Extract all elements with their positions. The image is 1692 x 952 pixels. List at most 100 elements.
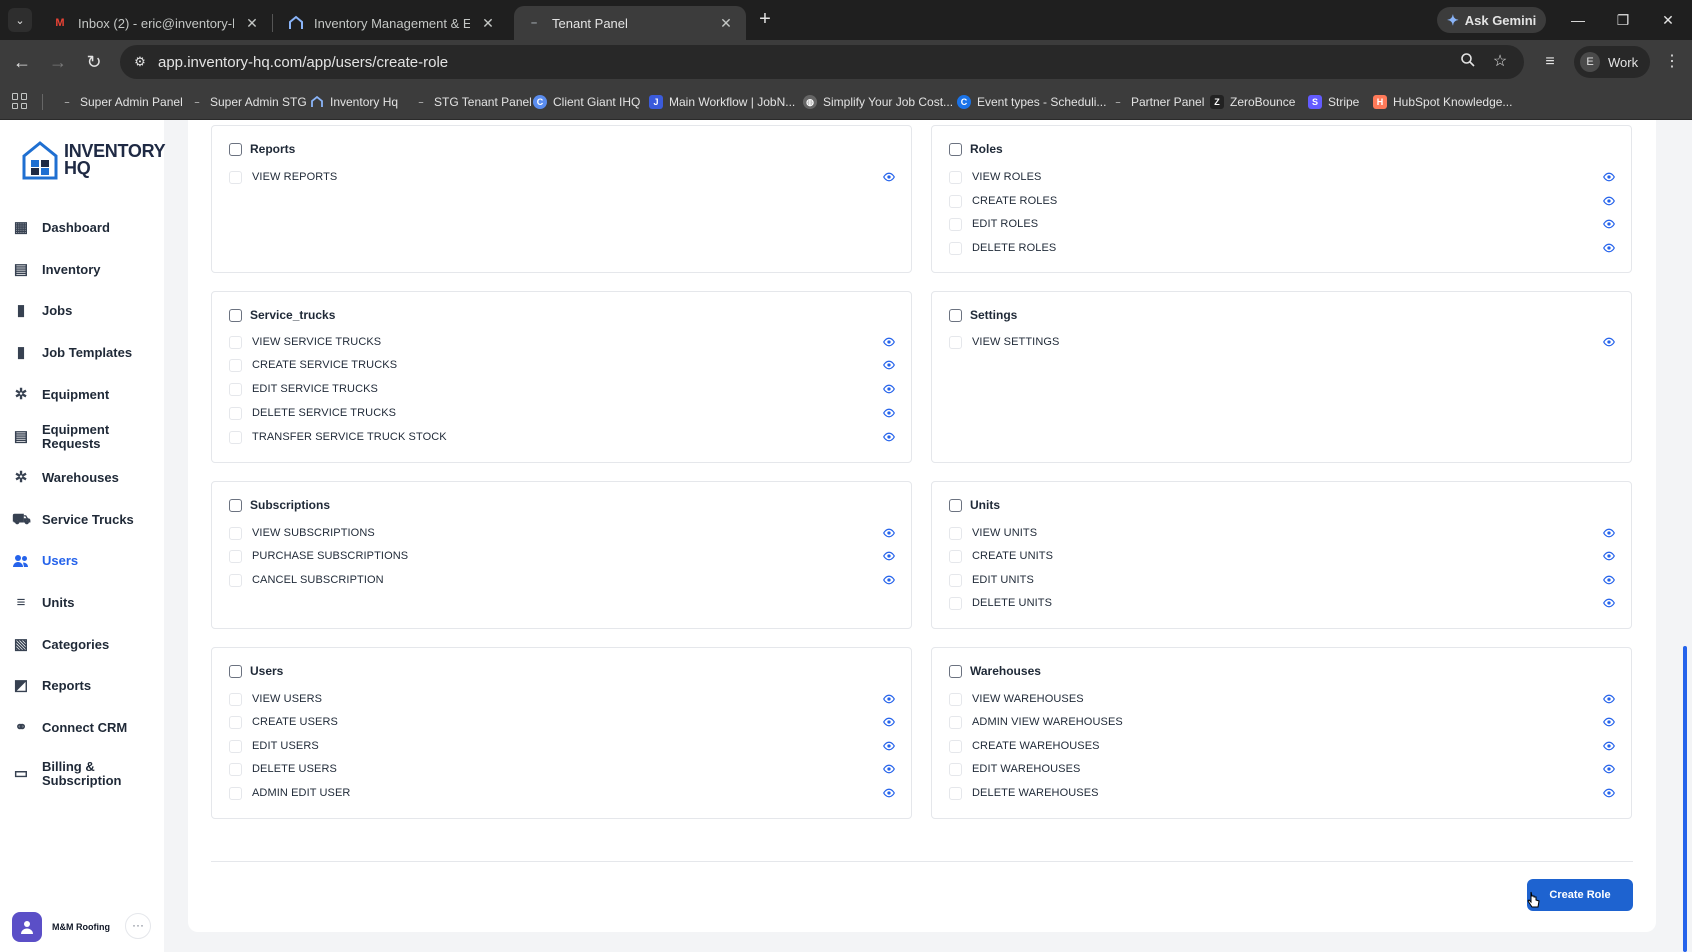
eye-icon[interactable] [1603,336,1615,348]
eye-icon[interactable] [1603,195,1615,207]
bookmark-item[interactable]: – Super Admin Panel [60,92,182,112]
permission-row[interactable]: VIEW REPORTS [229,166,895,188]
apps-grid-icon[interactable] [12,93,28,109]
bookmark-item[interactable]: – Super Admin STG [190,92,306,112]
permission-checkbox[interactable] [229,406,242,420]
sidebar-item-dashboard[interactable]: ▦ Dashboard [0,208,164,248]
new-tab-icon[interactable]: + [754,9,776,31]
permission-row[interactable]: VIEW WAREHOUSES [949,688,1615,710]
permission-checkbox[interactable] [229,382,242,396]
permission-row[interactable]: EDIT SERVICE TRUCKS [229,378,895,400]
permission-row[interactable]: CANCEL SUBSCRIPTION [229,569,895,591]
tab-gmail[interactable]: M Inbox (2) - eric@inventory-hq.com ✕ [40,6,272,40]
permission-row[interactable]: DELETE USERS [229,758,895,780]
minimize-icon[interactable]: — [1566,8,1590,32]
permission-row[interactable]: CREATE USERS [229,711,895,733]
bookmark-item[interactable]: J Main Workflow | JobN... [649,92,795,112]
permission-checkbox[interactable] [229,692,242,706]
group-checkbox[interactable] [229,142,242,156]
address-bar[interactable]: ⚙ app.inventory-hq.com/app/users/create-… [120,45,1524,79]
eye-icon[interactable] [883,336,895,348]
eye-icon[interactable] [883,171,895,183]
permission-row[interactable]: CREATE UNITS [949,545,1615,567]
sidebar-item-connect-crm[interactable]: ⚭ Connect CRM [0,708,164,748]
permission-row[interactable]: VIEW SERVICE TRUCKS [229,331,895,353]
site-info-icon[interactable]: ⚙ [130,52,150,72]
eye-icon[interactable] [883,787,895,799]
permission-row[interactable]: ADMIN VIEW WAREHOUSES [949,711,1615,733]
eye-icon[interactable] [1603,693,1615,705]
permission-checkbox[interactable] [949,786,962,800]
bookmark-item[interactable]: Z ZeroBounce [1210,92,1295,112]
permission-checkbox[interactable] [229,573,242,587]
eye-icon[interactable] [1603,218,1615,230]
permission-checkbox[interactable] [229,786,242,800]
permission-checkbox[interactable] [949,739,962,753]
group-header[interactable]: Subscriptions [229,498,330,512]
permission-checkbox[interactable] [949,596,962,610]
tab-inventory-management[interactable]: Inventory Management & Equipm ✕ [276,6,508,40]
app-logo[interactable]: INVENTORY HQ [22,140,166,180]
permission-checkbox[interactable] [949,217,962,231]
eye-icon[interactable] [1603,527,1615,539]
close-tab-icon[interactable]: ✕ [480,15,496,32]
tenant-switcher[interactable]: M&M Roofing [12,912,110,942]
eye-icon[interactable] [883,383,895,395]
eye-icon[interactable] [1603,242,1615,254]
permission-checkbox[interactable] [229,739,242,753]
group-checkbox[interactable] [229,664,242,678]
profile-button[interactable]: E Work [1574,46,1651,78]
bookmark-item[interactable]: C Client Giant IHQ [533,92,640,112]
close-tab-icon[interactable]: ✕ [718,15,734,32]
permission-checkbox[interactable] [229,549,242,563]
group-checkbox[interactable] [949,142,962,156]
sidebar-item-jobs[interactable]: ▮ Jobs [0,291,164,331]
sidebar-item-job-templates[interactable]: ▮ Job Templates [0,333,164,373]
eye-icon[interactable] [1603,597,1615,609]
permission-row[interactable]: VIEW UNITS [949,522,1615,544]
sidebar-item-users[interactable]: Users [0,541,164,581]
eye-icon[interactable] [1603,740,1615,752]
permission-checkbox[interactable] [229,430,242,444]
group-header[interactable]: Settings [949,308,1017,322]
eye-icon[interactable] [883,527,895,539]
group-checkbox[interactable] [949,308,962,322]
eye-icon[interactable] [883,716,895,728]
sidebar-item-inventory[interactable]: ▤ Inventory [0,250,164,290]
zoom-icon[interactable] [1458,52,1478,72]
permission-row[interactable]: EDIT USERS [229,735,895,757]
eye-icon[interactable] [1603,171,1615,183]
group-header[interactable]: Users [229,664,283,678]
permission-row[interactable]: EDIT WAREHOUSES [949,758,1615,780]
sidebar-item-equipment-requests[interactable]: ▤ Equipment Requests [0,417,164,457]
permission-row[interactable]: DELETE ROLES [949,237,1615,259]
bookmark-star-icon[interactable]: ☆ [1490,52,1510,72]
permission-checkbox[interactable] [949,715,962,729]
media-controls-icon[interactable]: ≡ [1540,52,1560,72]
url-text[interactable]: app.inventory-hq.com/app/users/create-ro… [158,54,448,71]
sidebar-item-reports[interactable]: ◩ Reports [0,666,164,706]
permission-checkbox[interactable] [949,549,962,563]
permission-row[interactable]: VIEW ROLES [949,166,1615,188]
eye-icon[interactable] [1603,763,1615,775]
group-header[interactable]: Reports [229,142,295,156]
restore-icon[interactable]: ❐ [1611,8,1635,32]
eye-icon[interactable] [883,740,895,752]
eye-icon[interactable] [1603,787,1615,799]
permission-checkbox[interactable] [229,762,242,776]
permission-checkbox[interactable] [949,335,962,349]
group-header[interactable]: Units [949,498,1000,512]
group-checkbox[interactable] [229,308,242,322]
permission-row[interactable]: ADMIN EDIT USER [229,782,895,804]
group-checkbox[interactable] [229,498,242,512]
bookmark-item[interactable]: H HubSpot Knowledge... [1373,92,1512,112]
group-header[interactable]: Warehouses [949,664,1041,678]
back-icon[interactable]: ← [10,50,34,74]
forward-icon[interactable]: → [46,50,70,74]
permission-row[interactable]: PURCHASE SUBSCRIPTIONS [229,545,895,567]
permission-row[interactable]: EDIT UNITS [949,569,1615,591]
eye-icon[interactable] [883,550,895,562]
permission-row[interactable]: DELETE UNITS [949,592,1615,614]
bookmark-item[interactable]: ◍ Simplify Your Job Cost... [803,92,953,112]
ask-gemini-button[interactable]: ✦ Ask Gemini [1437,7,1547,33]
